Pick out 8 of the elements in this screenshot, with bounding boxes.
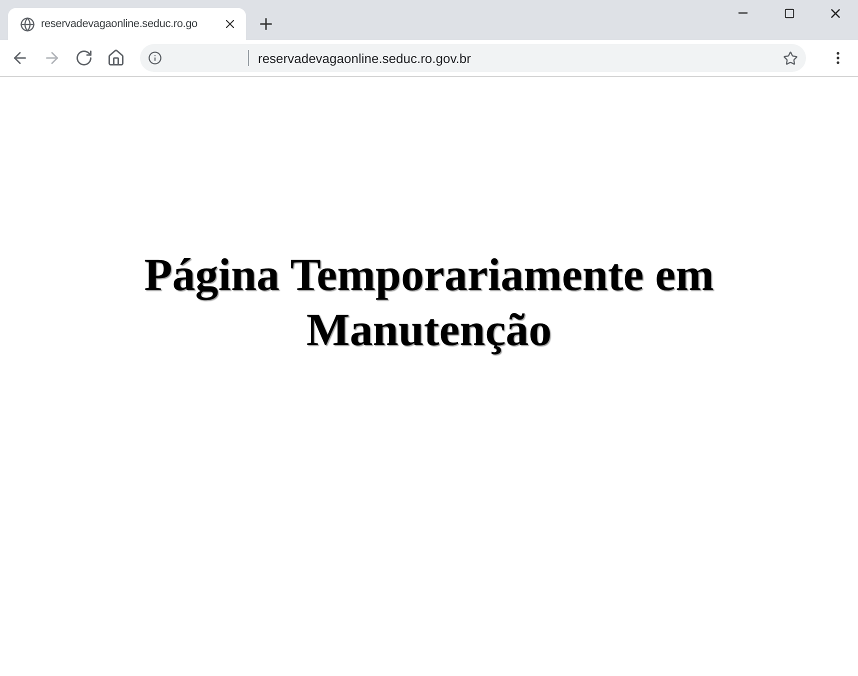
bookmark-star-icon[interactable] [783, 50, 798, 66]
tab-title: reservadevagaonline.seduc.ro.go [41, 18, 198, 30]
address-bar[interactable]: reservadevagaonline.seduc.ro.gov.br [140, 44, 806, 72]
info-icon[interactable] [148, 51, 162, 65]
url-text: reservadevagaonline.seduc.ro.gov.br [258, 50, 472, 66]
browser-tab[interactable]: reservadevagaonline.seduc.ro.go [8, 8, 246, 40]
page-heading: Página Temporariamente em Manutenção [143, 248, 715, 357]
globe-icon [20, 16, 35, 32]
